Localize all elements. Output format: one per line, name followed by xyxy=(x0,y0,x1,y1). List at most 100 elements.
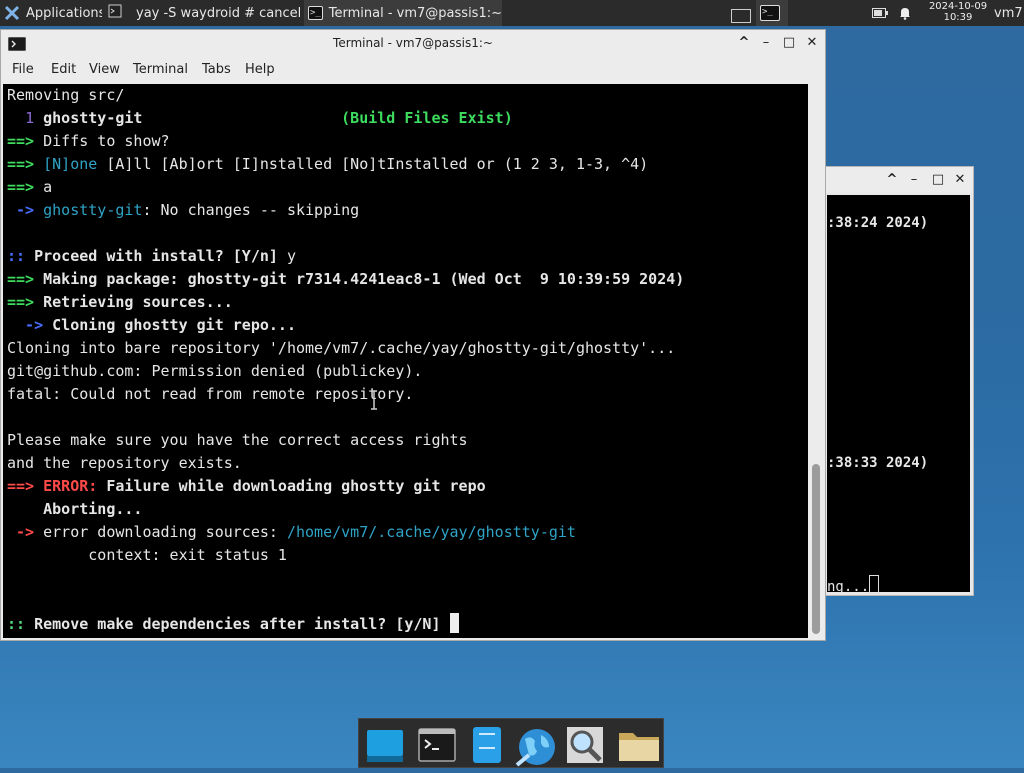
clock-date: 2024-10-09 xyxy=(928,1,988,12)
error-label: ERROR: xyxy=(43,477,98,495)
sub-arrow: -> xyxy=(7,316,44,334)
terminal-line: ==> [N]one [A]ll [Ab]ort [I]nstalled [No… xyxy=(7,153,648,176)
menu-bar: File Edit View Terminal Tabs Help xyxy=(1,57,825,83)
background-line: :38:33 2024) xyxy=(827,455,929,471)
sub-arrow: -> xyxy=(7,201,35,219)
menu-help[interactable]: Help xyxy=(245,62,275,77)
terminal-line: Cloning into bare repository '/home/vm7/… xyxy=(7,337,675,360)
terminal-line: -> error downloading sources: /home/vm7/… xyxy=(7,521,576,544)
minimize-icon[interactable]: ^ xyxy=(883,171,901,189)
user-menu-button[interactable]: vm7 xyxy=(994,0,1024,26)
cache-path: /home/vm7/.cache/yay/ghostty-git xyxy=(286,523,576,541)
build-files-tag: (Build Files Exist) xyxy=(341,109,513,127)
colon-prompt: :: xyxy=(7,615,26,633)
restore-icon[interactable]: – xyxy=(905,171,923,189)
arrow-prompt: ==> xyxy=(7,178,35,196)
package-name: ghostty-git xyxy=(43,201,143,219)
line-text: Retrieving sources... xyxy=(43,293,233,311)
terminal-line: git@github.com: Permission denied (publi… xyxy=(7,360,422,383)
arrow-prompt: ==> xyxy=(7,270,35,288)
taskbar-item-terminal[interactable]: >_ Terminal - vm7@passis1:~ xyxy=(304,0,502,26)
line-text: Aborting... xyxy=(7,500,143,518)
clock-time: 10:39 xyxy=(943,12,973,23)
taskbar-item-label: Terminal - vm7@passis1:~ xyxy=(328,5,502,21)
shade-icon[interactable]: ^ xyxy=(735,34,753,52)
search-icon[interactable] xyxy=(565,725,605,765)
cursor-outline xyxy=(869,575,880,594)
terminal-line: ==> Making package: ghostty-git r7314.42… xyxy=(7,268,684,291)
arrow-prompt: ==> xyxy=(7,477,35,495)
line-text: and the repository exists. xyxy=(7,454,242,472)
menu-file[interactable]: File xyxy=(12,62,34,77)
taskbar-item-yay[interactable]: yay -S waydroid # cancel =... xyxy=(104,0,302,26)
minimize-icon[interactable]: – xyxy=(757,34,775,52)
folder-icon[interactable] xyxy=(617,725,659,765)
text-cursor xyxy=(449,613,459,633)
scrollbar-thumb[interactable] xyxy=(812,464,820,634)
line-text: Remove make dependencies after install? … xyxy=(34,615,441,633)
user-answer: y xyxy=(277,247,296,265)
terminal-line: fatal: Could not read from remote reposi… xyxy=(7,383,413,406)
mouse-ibeam-cursor xyxy=(369,390,379,412)
terminal-window[interactable]: Terminal - vm7@passis1:~ ^ – □ ✕ File Ed… xyxy=(0,29,826,641)
panel-clock[interactable]: 2024-10-09 10:39 xyxy=(926,1,990,23)
terminal-line: -> ghostty-git: No changes -- skipping xyxy=(7,199,359,222)
close-icon[interactable]: ✕ xyxy=(803,34,821,52)
line-text: Removing src/ xyxy=(7,86,125,104)
maximize-icon[interactable]: □ xyxy=(929,171,947,189)
line-text: Please make sure you have the correct ac… xyxy=(7,431,468,449)
colon-prompt: :: xyxy=(7,247,26,265)
terminal-line: Removing src/ xyxy=(7,84,124,107)
workspace-icon xyxy=(731,9,751,23)
terminal-line: ==> Diffs to show? xyxy=(7,130,170,153)
terminal-line: and the repository exists. xyxy=(7,452,242,475)
terminal-output[interactable]: Removing src/ 1 ghostty-git (Build Files… xyxy=(3,84,808,638)
terminal-line: Please make sure you have the correct ac… xyxy=(7,429,468,452)
user-label: vm7 xyxy=(994,5,1023,21)
terminal-line: ==> a xyxy=(7,176,52,199)
line-text: error downloading sources: xyxy=(34,523,287,541)
workspace-1-button[interactable] xyxy=(728,0,754,26)
menu-tabs[interactable]: Tabs xyxy=(202,62,231,77)
terminal-window-icon xyxy=(108,4,122,22)
applications-menu-button[interactable]: Applications xyxy=(0,0,102,26)
desktop-icon[interactable] xyxy=(365,725,405,765)
terminal-line: ==> ERROR: Failure while downloading gho… xyxy=(7,475,486,498)
terminal-line: 1 ghostty-git (Build Files Exist) xyxy=(7,107,513,130)
xfce-logo-icon xyxy=(4,5,20,21)
line-text: Diffs to show? xyxy=(43,132,170,150)
terminal-window-icon: >_ xyxy=(308,6,323,20)
background-terminal-body[interactable]: :38:24 2024) :38:33 2024) ng... xyxy=(827,195,970,595)
dock xyxy=(358,718,664,768)
menu-terminal[interactable]: Terminal xyxy=(133,62,188,77)
terminal-icon[interactable] xyxy=(417,725,457,765)
window-titlebar[interactable]: Terminal - vm7@passis1:~ ^ – □ ✕ xyxy=(1,30,825,57)
terminal-line: context: exit status 1 xyxy=(7,544,287,567)
sub-arrow: -> xyxy=(7,523,35,541)
taskbar-item-label: yay -S waydroid # cancel =... xyxy=(136,5,302,21)
web-browser-icon[interactable] xyxy=(515,725,555,767)
background-window-titlebar[interactable]: ^ – □ ✕ xyxy=(825,167,973,193)
close-icon[interactable]: ✕ xyxy=(951,171,969,189)
line-text: [A]ll [Ab]ort [I]nstalled [No]tInstalled… xyxy=(97,155,649,173)
applications-label: Applications xyxy=(26,5,102,21)
line-text: : No changes -- skipping xyxy=(142,201,360,219)
window-title: Terminal - vm7@passis1:~ xyxy=(333,36,493,50)
line-text: Cloning ghostty git repo... xyxy=(43,316,296,334)
line-number: 1 xyxy=(25,109,35,127)
arrow-prompt: ==> xyxy=(7,132,35,150)
terminal-line: Aborting... xyxy=(7,498,142,521)
battery-icon[interactable] xyxy=(872,0,892,26)
file-manager-icon[interactable] xyxy=(467,725,507,765)
menu-edit[interactable]: Edit xyxy=(51,62,76,77)
workspace-2-button[interactable]: >_ xyxy=(756,0,788,26)
terminal-workspace-icon: >_ xyxy=(760,5,780,21)
option-none: [N]one xyxy=(43,155,98,173)
notification-bell-icon[interactable] xyxy=(898,0,918,26)
maximize-icon[interactable]: □ xyxy=(780,34,798,52)
arrow-prompt: ==> xyxy=(7,293,35,311)
line-text: git@github.com: Permission denied (publi… xyxy=(7,362,423,380)
terminal-scrollbar[interactable] xyxy=(809,84,825,638)
menu-view[interactable]: View xyxy=(89,62,120,77)
background-terminal-window[interactable]: ^ – □ ✕ :38:24 2024) :38:33 2024) ng... xyxy=(824,166,974,596)
